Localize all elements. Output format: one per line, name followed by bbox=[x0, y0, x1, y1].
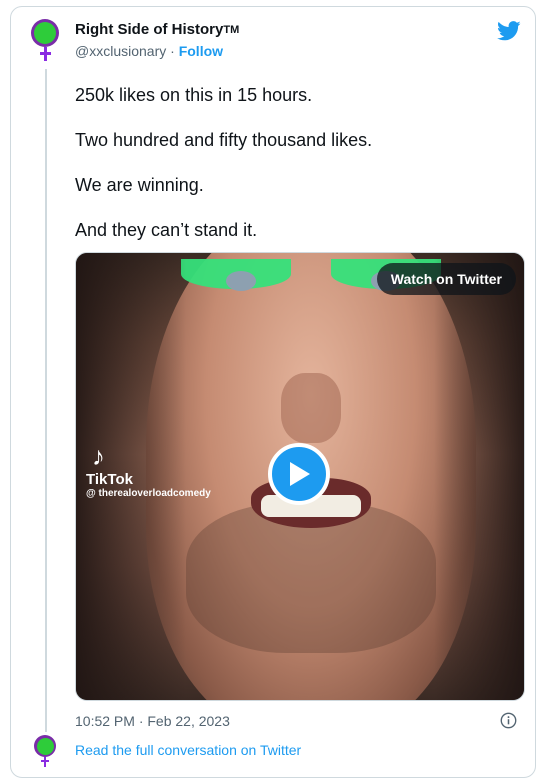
tiktok-handle: @ therealoverloadcomedy bbox=[86, 488, 211, 499]
tweet-paragraph: 250k likes on this in 15 hours. bbox=[75, 85, 313, 105]
reply-avatar[interactable] bbox=[34, 735, 56, 757]
tweet-paragraph: Two hundred and fifty thousand likes. bbox=[75, 130, 373, 150]
author-handle-row: @xxclusionary · Follow bbox=[75, 43, 223, 59]
tiktok-name: TikTok bbox=[86, 471, 133, 488]
avatar-badge-small bbox=[36, 737, 54, 755]
thread-line bbox=[45, 69, 47, 732]
tweet-timestamp[interactable]: 10:52 PM · Feb 22, 2023 bbox=[75, 713, 230, 729]
shadow-right bbox=[434, 253, 524, 700]
video-media[interactable]: Watch on Twitter ♪ TikTok @ therealoverl… bbox=[75, 252, 525, 701]
author-name-row[interactable]: Right Side of HistoryTM bbox=[75, 21, 239, 38]
separator: · bbox=[170, 43, 175, 59]
eye-left bbox=[226, 271, 256, 291]
tweet-paragraph: We are winning. bbox=[75, 175, 204, 195]
avatar-badge bbox=[34, 22, 56, 44]
tweet-card: Right Side of HistoryTM @xxclusionary · … bbox=[10, 6, 536, 778]
tiktok-watermark: ♪ TikTok @ therealoverloadcomedy bbox=[86, 443, 211, 499]
tiktok-logo-icon: ♪ bbox=[92, 441, 105, 471]
twitter-bird-icon[interactable] bbox=[497, 21, 521, 41]
watch-on-twitter-button[interactable]: Watch on Twitter bbox=[376, 263, 516, 295]
trademark: TM bbox=[223, 24, 240, 36]
read-full-conversation-link[interactable]: Read the full conversation on Twitter bbox=[75, 742, 301, 758]
nose bbox=[281, 373, 341, 443]
author-handle[interactable]: @xxclusionary bbox=[75, 43, 166, 59]
female-symbol-icon bbox=[41, 757, 49, 767]
play-button[interactable] bbox=[268, 443, 330, 505]
female-symbol-icon bbox=[40, 47, 51, 61]
follow-button[interactable]: Follow bbox=[179, 43, 223, 59]
play-icon bbox=[290, 462, 310, 486]
tweet-paragraph: And they can’t stand it. bbox=[75, 220, 258, 240]
avatar[interactable] bbox=[31, 19, 59, 47]
author-name[interactable]: Right Side of History bbox=[75, 21, 223, 38]
tweet-text: 250k likes on this in 15 hours. Two hund… bbox=[75, 83, 515, 263]
info-icon[interactable] bbox=[500, 712, 517, 729]
